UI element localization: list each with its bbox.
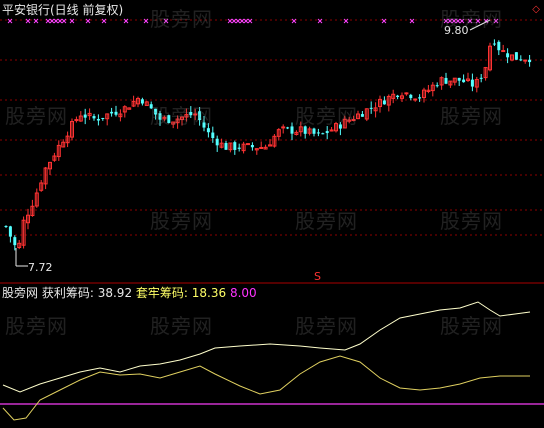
candle-body xyxy=(224,143,228,150)
candle-body xyxy=(501,50,506,53)
trapped-chips-value: 18.36 xyxy=(191,286,227,300)
watermark: 股旁网 xyxy=(440,314,503,338)
candle-body xyxy=(312,128,316,134)
candle-body xyxy=(96,118,100,121)
candle-body xyxy=(514,52,518,60)
candle-body xyxy=(360,114,364,117)
low-price-label: 7.72 xyxy=(28,261,53,274)
candle-body xyxy=(396,95,400,98)
candle-body xyxy=(369,107,373,109)
profit-chips-value: 38.92 xyxy=(97,286,133,300)
candle-body xyxy=(286,127,290,129)
watermark: 股旁网 xyxy=(295,314,358,338)
sell-marker: S xyxy=(314,270,321,283)
candle-body xyxy=(8,226,12,237)
candle-body xyxy=(92,116,96,119)
candle-body xyxy=(316,132,320,134)
candle-body xyxy=(435,85,439,87)
watermark: 股旁网 xyxy=(150,209,213,233)
candle-body xyxy=(492,43,496,45)
candle-body xyxy=(281,126,286,129)
candle-body xyxy=(13,237,17,246)
candle-body xyxy=(233,142,237,150)
watermark: 股旁网 xyxy=(150,104,213,128)
watermark: 股旁网 xyxy=(440,7,503,31)
candle-body xyxy=(290,126,294,134)
candle-body xyxy=(497,41,501,51)
candle-body xyxy=(74,119,79,122)
candle-body xyxy=(382,100,386,105)
candle-body xyxy=(462,79,466,83)
candle-body xyxy=(457,77,461,81)
candle-body xyxy=(413,98,418,101)
candle-body xyxy=(444,77,448,84)
candle-body xyxy=(479,77,483,79)
watermark: 股旁网 xyxy=(150,7,213,31)
watermark: 股旁网 xyxy=(440,104,503,128)
candle-body xyxy=(404,92,409,95)
candle-body xyxy=(523,59,528,62)
watermark: 股旁网 xyxy=(150,314,213,338)
candle-body xyxy=(519,59,523,61)
candle-body xyxy=(237,147,241,149)
candle-body xyxy=(470,79,474,87)
candle-body xyxy=(101,117,105,119)
watermark: 股旁网 xyxy=(5,104,68,128)
candle-body xyxy=(4,225,8,227)
watermark: 股旁网 xyxy=(295,209,358,233)
watermark: 股旁网 xyxy=(295,104,358,128)
indicator-name[interactable]: 股旁网 xyxy=(2,286,38,300)
candle-body xyxy=(211,132,215,139)
trapped-chips-line xyxy=(2,355,530,421)
candle-body xyxy=(325,131,329,134)
diamond-icon[interactable]: ◇ xyxy=(532,4,540,15)
candle-body xyxy=(409,94,413,99)
reference-value: 8.00 xyxy=(229,286,257,300)
trapped-chips-label: 套牢筹码: xyxy=(135,286,188,300)
candle-body xyxy=(114,111,118,115)
candle-body xyxy=(215,138,219,146)
profit-chips-label: 获利筹码: xyxy=(41,286,94,300)
candle-body xyxy=(110,111,114,114)
candle-body xyxy=(246,143,250,146)
candle-body xyxy=(418,97,422,99)
chart-title: 平安银行(日线 前复权) xyxy=(2,3,124,17)
candle-body xyxy=(321,133,325,135)
candle-body xyxy=(528,59,532,63)
watermark: 股旁网 xyxy=(5,314,68,338)
candle-body xyxy=(506,53,510,58)
candle-body xyxy=(250,144,254,148)
indicator-header: 股旁网 获利筹码: 38.92 套牢筹码: 18.36 8.00 xyxy=(2,286,257,300)
watermark: 股旁网 xyxy=(440,209,503,233)
candle-body xyxy=(140,99,144,104)
candle-body xyxy=(83,114,87,118)
candle-body xyxy=(259,147,264,150)
